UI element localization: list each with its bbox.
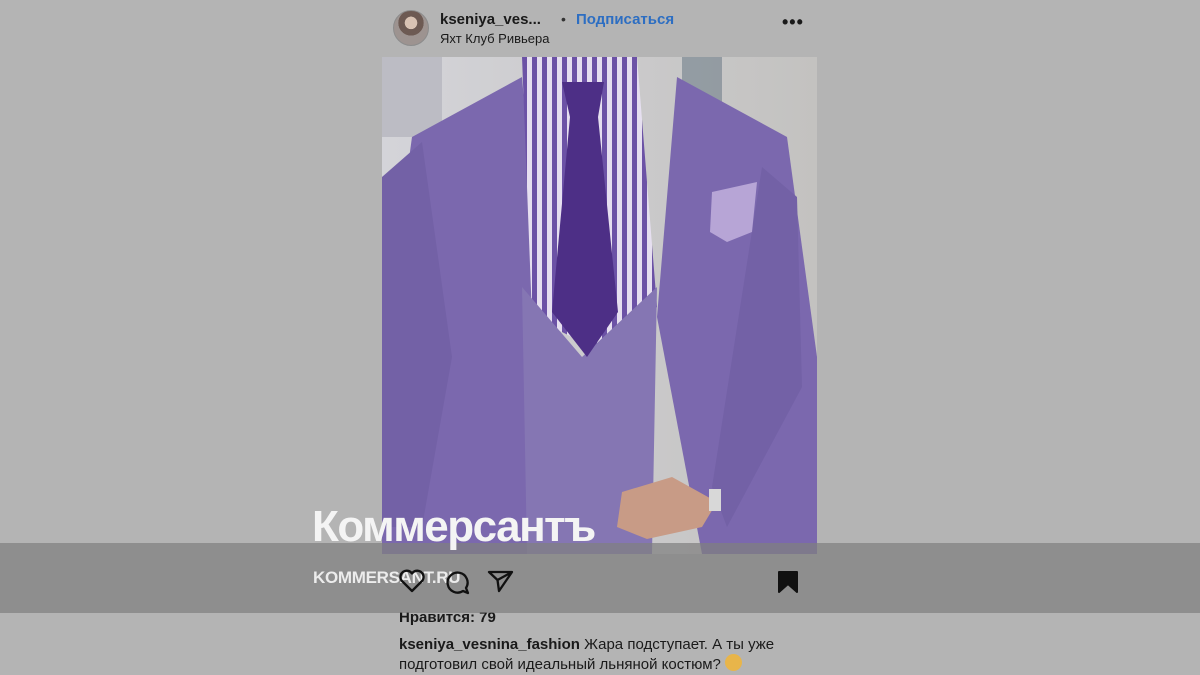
caption-username[interactable]: kseniya_vesnina_fashion: [399, 636, 580, 653]
follow-button[interactable]: Подписаться: [576, 11, 674, 28]
send-icon[interactable]: [487, 569, 514, 593]
comment-icon[interactable]: [444, 569, 470, 595]
post-header: kseniya_ves... • Подписаться Яхт Клуб Ри…: [393, 8, 815, 50]
post-username[interactable]: kseniya_ves...: [440, 11, 541, 28]
kommersant-logo: Коммерсантъ: [312, 502, 596, 551]
winking-face-emoji-icon: [725, 654, 743, 671]
watermark-band: [0, 543, 1200, 613]
post-photo[interactable]: [382, 57, 817, 554]
kommersant-site-label: KOMMERSANT.RU: [313, 568, 461, 587]
heart-icon[interactable]: [399, 569, 425, 593]
bookmark-icon[interactable]: [777, 570, 799, 594]
more-options-icon[interactable]: •••: [782, 12, 804, 33]
avatar[interactable]: [393, 10, 429, 46]
post-location[interactable]: Яхт Клуб Ривьера: [440, 31, 549, 46]
post-caption: kseniya_vesnina_fashion Жара подступает.…: [399, 635, 819, 674]
separator-dot: •: [561, 11, 566, 27]
suit-photo-illustration: [382, 57, 817, 554]
